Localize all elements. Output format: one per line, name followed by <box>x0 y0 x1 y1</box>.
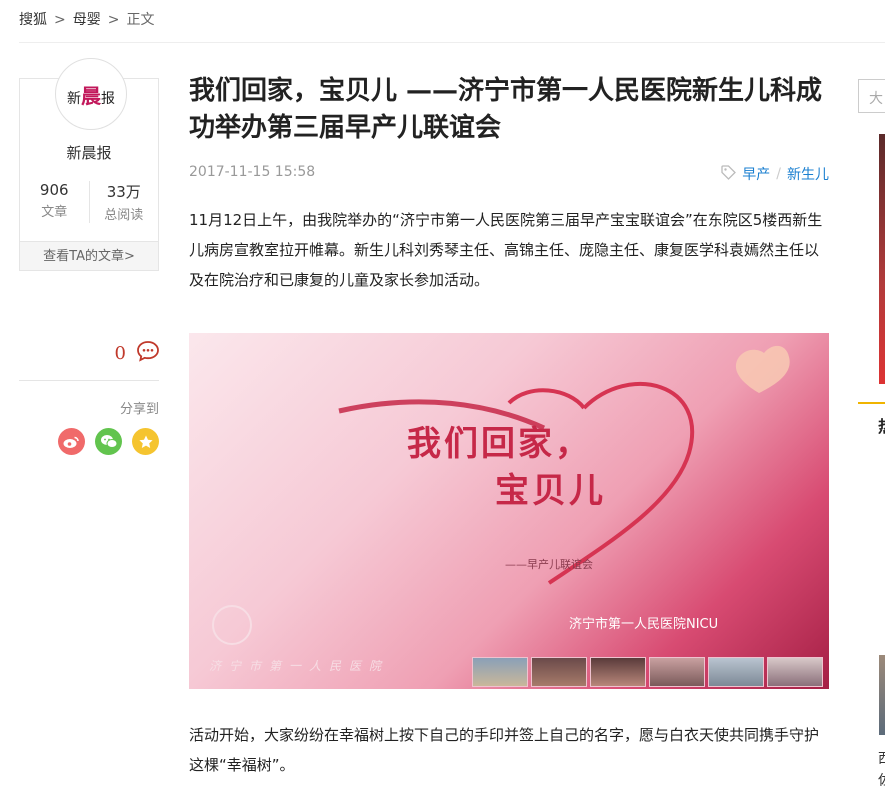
rail-divider <box>858 402 885 404</box>
comment-icon[interactable] <box>136 340 160 366</box>
breadcrumb: 搜狐 > 母婴 > 正文 <box>19 9 154 29</box>
rail-text[interactable]: 西佐 <box>878 748 885 792</box>
search-input[interactable]: 大 <box>858 79 885 113</box>
breadcrumb-home[interactable]: 搜狐 <box>19 12 47 28</box>
comment-count: 0 <box>114 342 126 364</box>
share-icons <box>58 428 159 455</box>
photo-thumb <box>708 657 764 687</box>
breadcrumb-separator: > <box>54 12 66 28</box>
photo-thumb <box>649 657 705 687</box>
breadcrumb-separator: > <box>107 12 120 28</box>
tag-icon <box>720 164 737 184</box>
comment-row[interactable]: 0 <box>100 340 160 366</box>
article-paragraph: 活动开始，大家纷纷在幸福树上按下自己的手印并签上自己的名字，愿与白衣天使共同携手… <box>189 726 820 774</box>
author-name[interactable]: 新晨报 <box>20 142 158 163</box>
breadcrumb-channel[interactable]: 母婴 <box>73 12 101 28</box>
publish-date: 2017-11-15 15:58 <box>189 164 316 180</box>
photo-thumb <box>590 657 646 687</box>
weibo-icon[interactable] <box>58 428 85 455</box>
avatar[interactable]: 新晨报 <box>55 58 127 130</box>
hero-strip-text: 济宁市第一人民医院 <box>209 659 390 673</box>
hero-title-line1: 我们回家， <box>407 424 592 464</box>
stat-articles: 906 文章 <box>20 181 89 223</box>
photo-thumb <box>767 657 823 687</box>
stat-articles-value: 906 <box>39 181 69 199</box>
stat-reads: 33万 总阅读 <box>88 181 159 223</box>
rail-image[interactable] <box>879 655 885 735</box>
qzone-icon[interactable] <box>132 428 159 455</box>
stat-reads-value: 33万 <box>106 183 141 201</box>
hero-title-line2: 宝贝儿 <box>495 471 606 511</box>
stat-reads-label: 总阅读 <box>104 208 144 223</box>
rail-section-title: 热 <box>878 413 885 437</box>
article-meta: 2017-11-15 15:58 早产 / 新生儿 <box>189 164 829 184</box>
wechat-icon[interactable] <box>95 428 122 455</box>
author-stats: 906 文章 33万 总阅读 <box>20 181 158 223</box>
article-title: 我们回家，宝贝儿 ——济宁市第一人民医院新生儿科成功举办第三届早产儿联谊会 <box>189 76 823 143</box>
photo-thumb <box>531 657 587 687</box>
tag-preterm[interactable]: 早产 <box>742 164 770 184</box>
view-author-articles-link[interactable]: 查看TA的文章> <box>20 241 158 270</box>
share-label: 分享到 <box>119 402 159 417</box>
rail-image[interactable] <box>879 134 885 384</box>
left-divider <box>19 380 159 381</box>
article-image: 我们回家， 宝贝儿 ——早产儿联谊会 济宁市第一人民医院NICU 济宁市第一人民… <box>189 333 829 689</box>
author-card: 新晨报 新晨报 906 文章 33万 总阅读 查看TA的文章> <box>19 58 159 271</box>
photo-thumb <box>472 657 528 687</box>
hero-hospital: 济宁市第一人民医院NICU <box>569 617 719 632</box>
tag-list: 早产 / 新生儿 <box>720 164 829 184</box>
newspaper-logo: 新晨报 <box>67 83 115 108</box>
tag-newborn[interactable]: 新生儿 <box>787 164 829 184</box>
article-paragraph: 11月12日上午，由我院举办的“济宁市第一人民医院第三届早产宝宝联谊会”在东院区… <box>189 211 823 289</box>
stat-articles-label: 文章 <box>41 205 68 220</box>
tag-divider: / <box>776 166 781 182</box>
photo-strip <box>472 657 823 687</box>
breadcrumb-current: 正文 <box>126 12 155 28</box>
hospital-emblem-icon <box>212 605 252 645</box>
hero-subtitle: ——早产儿联谊会 <box>505 558 593 571</box>
header-divider <box>19 42 885 43</box>
